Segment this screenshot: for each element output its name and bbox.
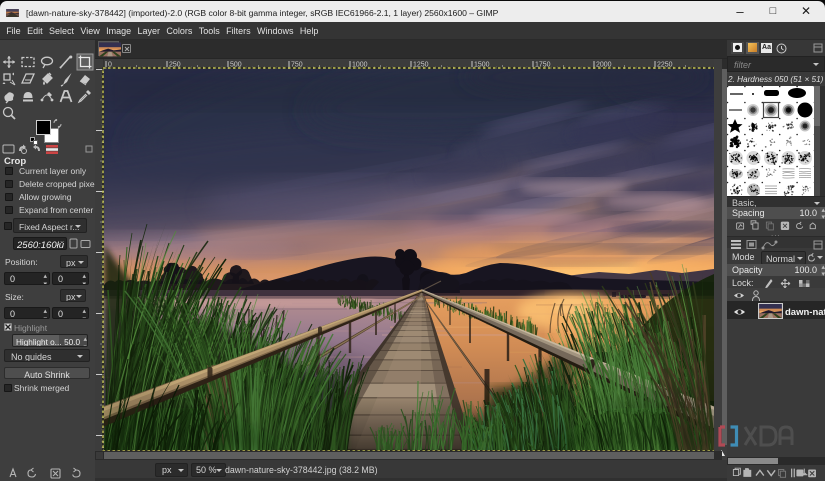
svg-text:1000: 1000	[352, 62, 368, 69]
svg-text:1250: 1250	[413, 62, 429, 69]
svg-text:2250: 2250	[657, 62, 673, 69]
svg-text:0: 0	[108, 62, 112, 69]
svg-text:1500: 1500	[474, 62, 490, 69]
svg-text:2000: 2000	[596, 62, 612, 69]
svg-text:1750: 1750	[535, 62, 551, 69]
